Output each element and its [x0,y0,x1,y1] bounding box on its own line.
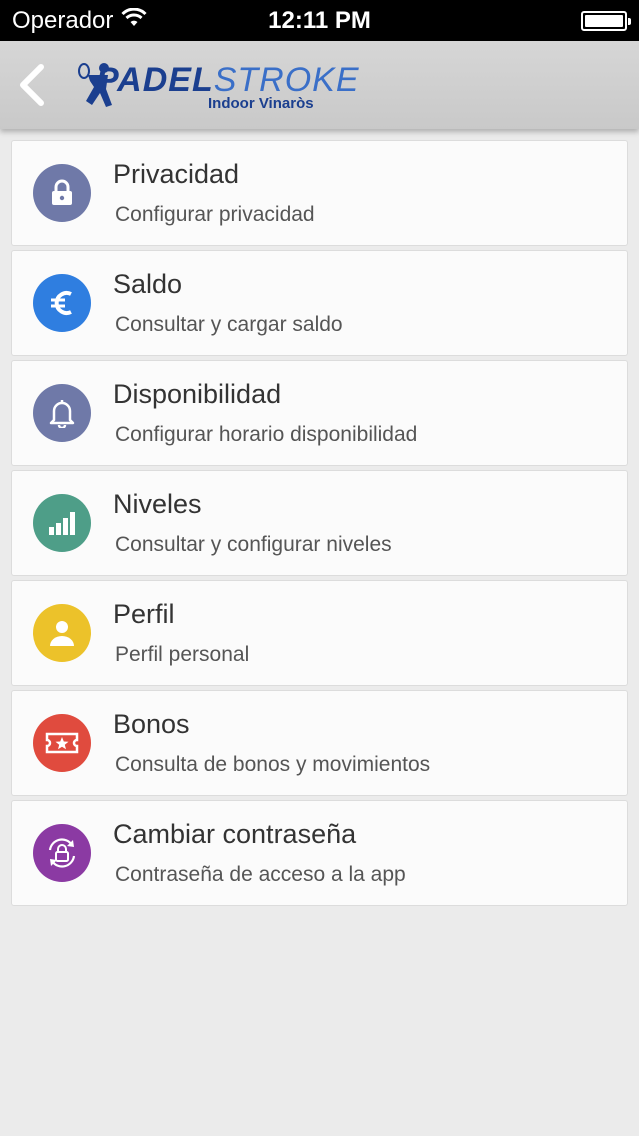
menu-item-title: Bonos [113,709,190,739]
menu-item-subtitle: Configurar horario disponibilidad [115,423,418,446]
user-icon [50,621,74,646]
logo-text-stroke: STROKE [213,61,360,99]
battery-fill [585,14,623,27]
menu-item-disponibilidad[interactable]: Disponibilidad Configurar horario dispon… [11,360,628,466]
icon-circle [33,604,91,662]
lock-icon [52,179,72,205]
menu-item-niveles[interactable]: Niveles Consultar y configurar niveles [11,470,628,576]
carrier-label: Operador [12,6,114,34]
menu-item-subtitle: Contraseña de acceso a la app [115,863,406,886]
menu-item-title: Privacidad [113,159,240,189]
status-bar: Operador 12:11 PM [0,0,639,41]
menu-item-subtitle: Consultar y configurar niveles [115,533,392,556]
logo-text-padel: PADEL [96,61,214,99]
app-logo: PADELSTROKE Indoor Vinaròs [78,57,359,117]
menu-item-perfil[interactable]: Perfil Perfil personal [11,580,628,686]
menu-item-title: Saldo [113,269,183,299]
battery-icon [581,10,631,31]
menu-item-saldo[interactable]: Saldo Consultar y cargar saldo [11,250,628,356]
icon-circle [33,714,91,772]
menu-item-privacidad[interactable]: Privacidad Configurar privacidad [11,140,628,246]
menu-item-title: Cambiar contraseña [113,819,357,849]
icon-circle [33,274,91,332]
chevron-left-icon [20,64,44,106]
wifi-icon [121,7,147,35]
logo-subtitle: Indoor Vinaròs [208,95,314,112]
bars-icon [49,512,75,535]
icon-circle [33,384,91,442]
nav-bar: PADELSTROKE Indoor Vinaròs [0,41,639,129]
menu-item-subtitle: Consulta de bonos y movimientos [115,753,431,776]
menu-item-cambiar-contrasena[interactable]: Cambiar contraseña Contraseña de acceso … [11,800,628,906]
back-button[interactable] [12,61,52,109]
settings-menu-list: Privacidad Configurar privacidad Saldo C… [11,140,628,910]
menu-item-subtitle: Configurar privacidad [115,203,315,226]
icon-circle [33,824,91,882]
menu-item-title: Niveles [113,489,202,519]
ticket-icon [45,732,79,754]
euro-icon [51,291,72,315]
menu-item-subtitle: Perfil personal [115,643,250,666]
icon-circle [33,164,91,222]
menu-item-subtitle: Consultar y cargar saldo [115,313,343,336]
bell-icon [49,400,75,428]
menu-item-title: Disponibilidad [113,379,282,409]
icon-circle [33,494,91,552]
menu-item-title: Perfil [113,599,175,629]
status-left: Operador [12,7,147,35]
menu-item-bonos[interactable]: Bonos Consulta de bonos y movimientos [11,690,628,796]
lock-refresh-icon [48,838,76,868]
